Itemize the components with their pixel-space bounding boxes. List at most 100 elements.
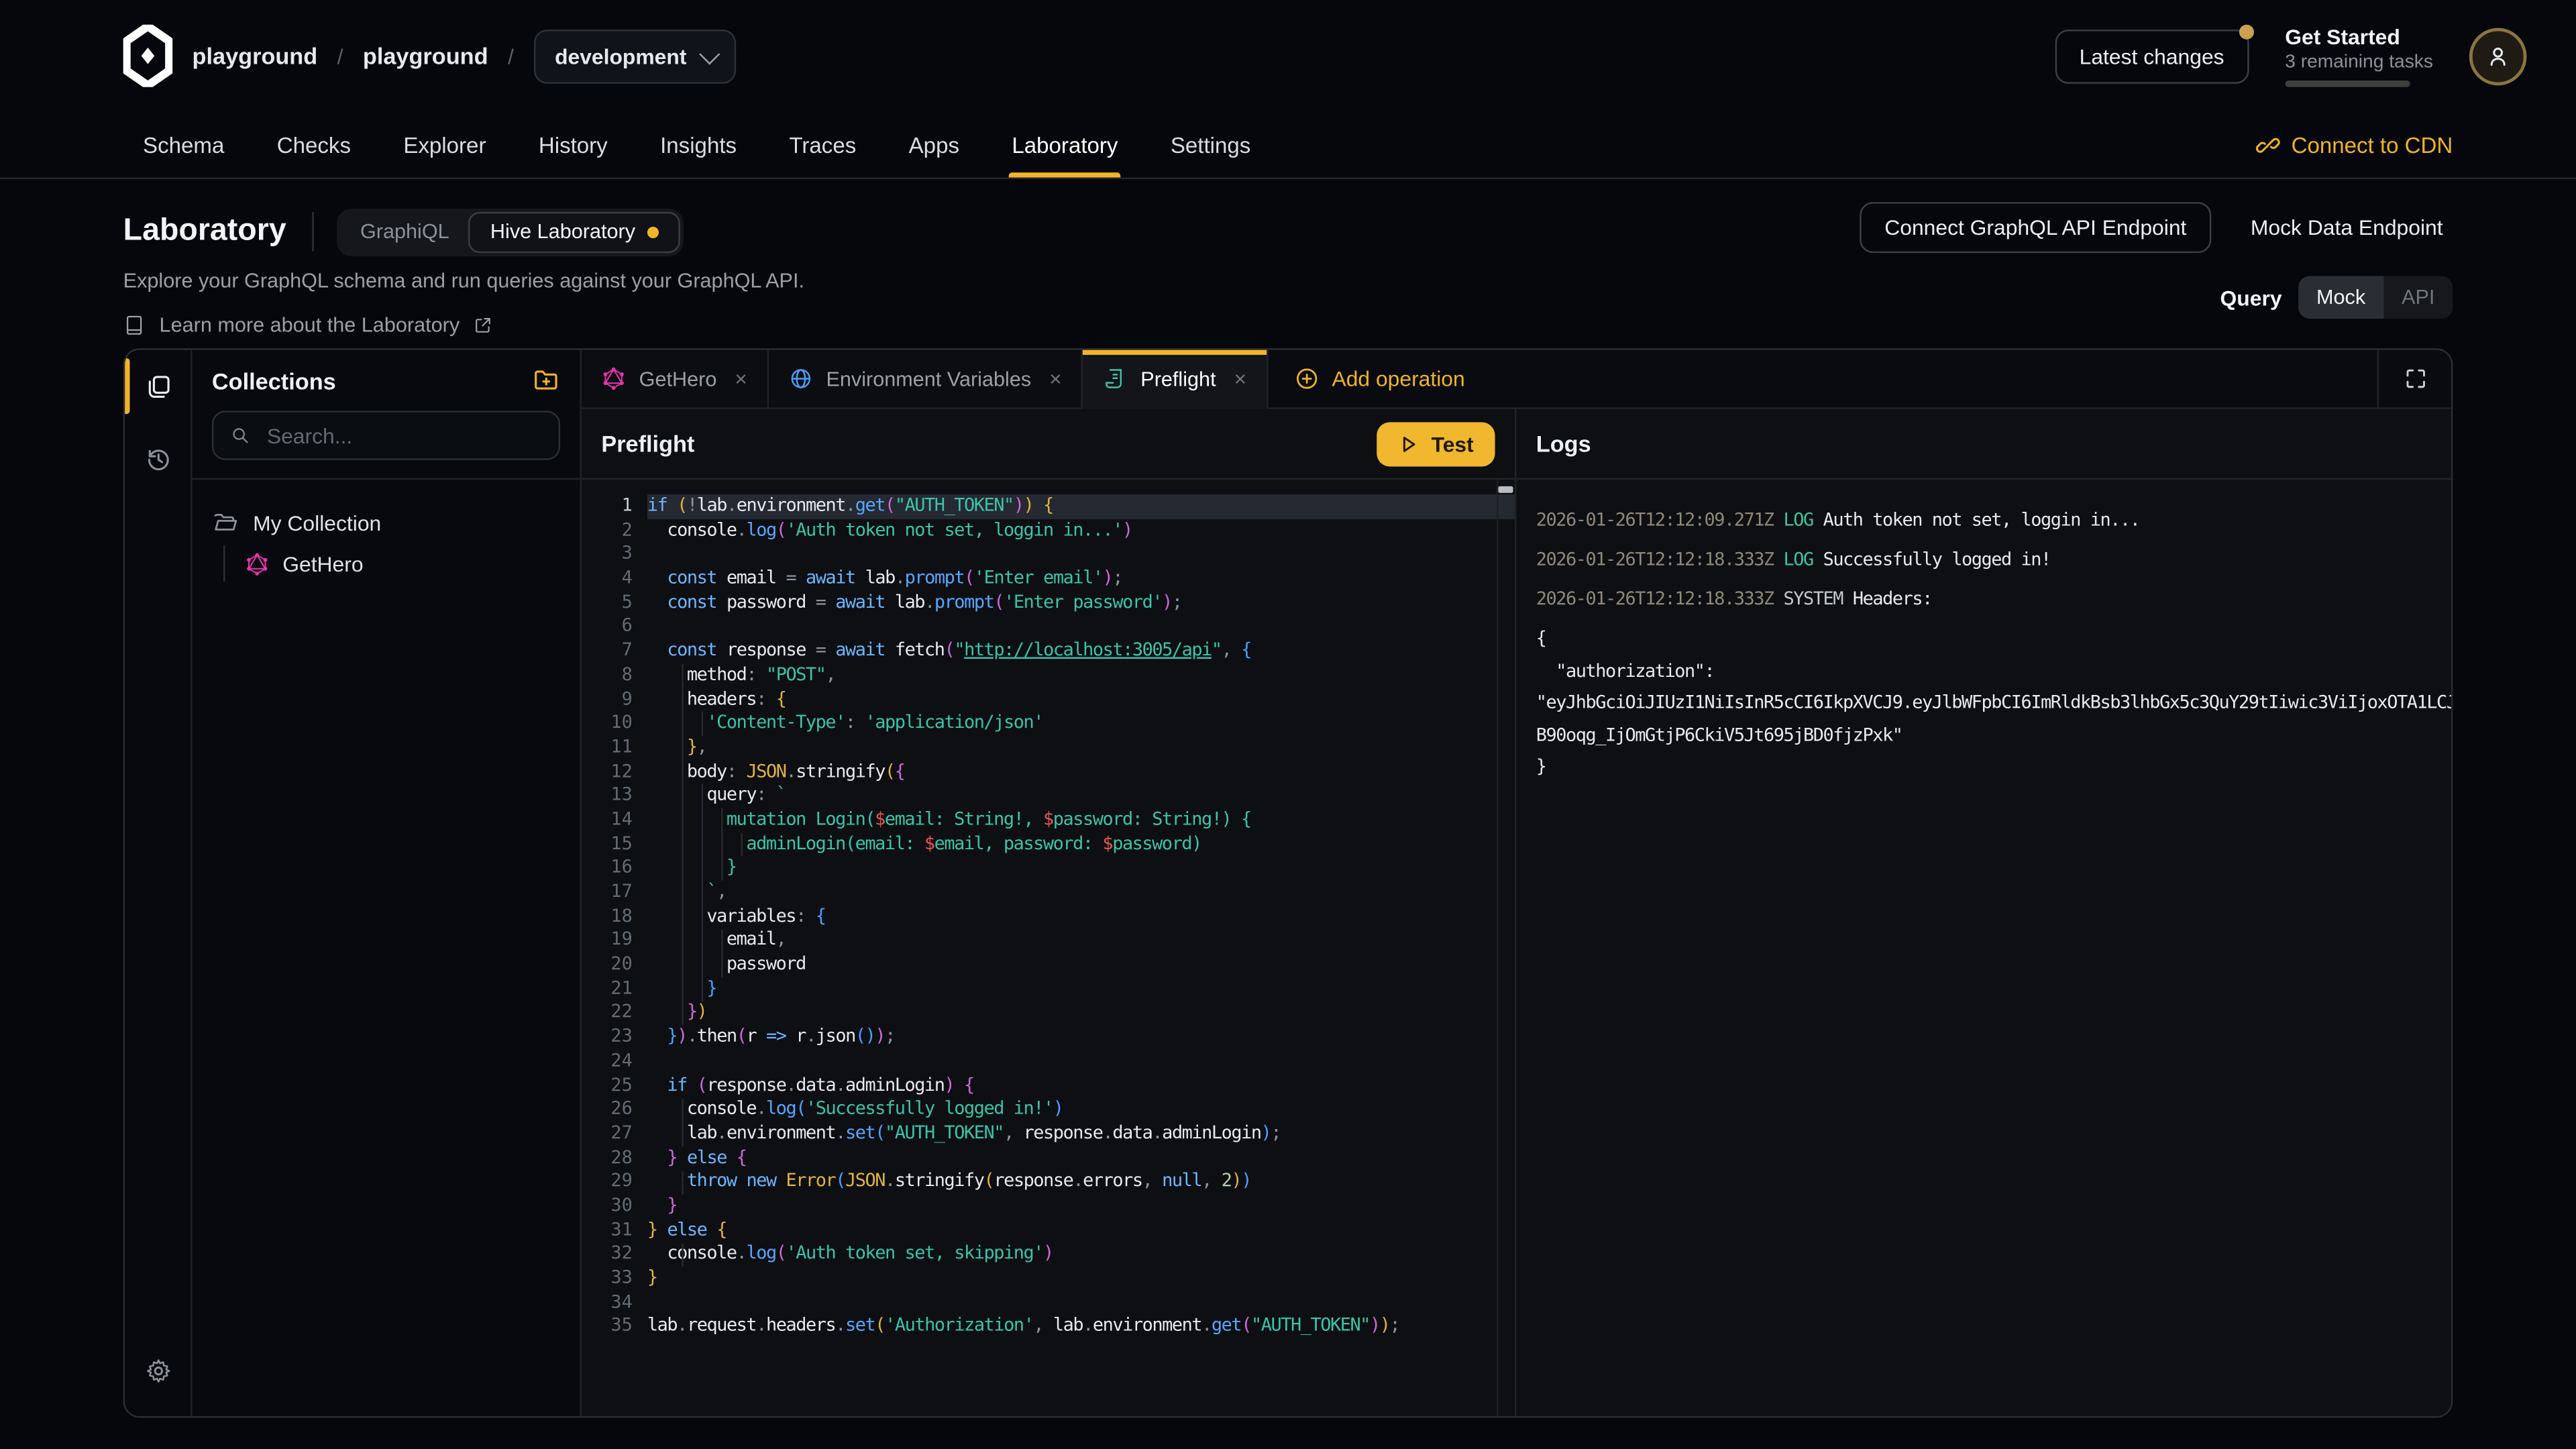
code-line[interactable]: 2 console.log('Auth token not set, loggi…: [582, 519, 1515, 543]
script-icon: [1103, 366, 1128, 391]
mode-option-api[interactable]: API: [2383, 276, 2453, 319]
code-line[interactable]: 12 body: JSON.stringify({: [582, 760, 1515, 784]
code-line[interactable]: 22 }): [582, 1002, 1515, 1026]
code-line-content: console.log('Auth token not set, loggin …: [647, 519, 1515, 543]
tab-preflight[interactable]: Preflight×: [1083, 350, 1268, 409]
fullscreen-button[interactable]: [2377, 350, 2451, 408]
nav-item-schema[interactable]: Schema: [123, 112, 244, 178]
code-line-content: email,: [647, 929, 1515, 953]
search-input[interactable]: [264, 421, 542, 449]
code-line[interactable]: 11 },: [582, 736, 1515, 760]
user-avatar[interactable]: [2469, 27, 2527, 85]
log-timestamp: 2026-01-26T12:12:18.333Z: [1536, 549, 1784, 570]
latest-changes-button[interactable]: Latest changes: [2055, 29, 2249, 83]
code-line[interactable]: 32 console.log('Auth token set, skipping…: [582, 1242, 1515, 1267]
line-number: 32: [582, 1242, 647, 1267]
code-line[interactable]: 27 lab.environment.set("AUTH_TOKEN", res…: [582, 1122, 1515, 1146]
toggle-hive-laboratory-label: Hive Laboratory: [490, 220, 635, 243]
nav-item-checks[interactable]: Checks: [257, 112, 370, 178]
nav-item-traces[interactable]: Traces: [769, 112, 876, 178]
logs-output[interactable]: 2026-01-26T12:12:09.271Z LOG Auth token …: [1516, 480, 2451, 1416]
code-line[interactable]: 30 }: [582, 1194, 1515, 1218]
fullscreen-icon: [2403, 366, 2428, 391]
code-line-content: }).then(r => r.json());: [647, 1025, 1515, 1049]
link-icon: [2255, 132, 2280, 157]
target-selector[interactable]: development: [533, 29, 736, 83]
code-line-content: adminLogin(email: $email, password: $pas…: [647, 833, 1515, 857]
preflight-code-editor[interactable]: 1if (!lab.environment.get("AUTH_TOKEN"))…: [582, 480, 1515, 1416]
history-rail-button[interactable]: [125, 422, 192, 494]
new-collection-folder-plus-icon[interactable]: [532, 366, 560, 394]
code-line[interactable]: 29 throw new Error(JSON.stringify(respon…: [582, 1170, 1515, 1194]
code-line[interactable]: 8 method: "POST",: [582, 663, 1515, 688]
hive-logo-icon[interactable]: [123, 25, 172, 87]
nav-item-insights[interactable]: Insights: [641, 112, 757, 178]
indent-guide: [682, 663, 684, 1026]
code-line[interactable]: 18 variables: {: [582, 905, 1515, 929]
tab-close-icon[interactable]: ×: [1234, 366, 1247, 391]
code-line[interactable]: 28 } else {: [582, 1146, 1515, 1170]
code-line[interactable]: 24: [582, 1049, 1515, 1073]
collections-rail-button[interactable]: [125, 350, 192, 423]
code-line-content: `,: [647, 881, 1515, 905]
add-operation-button[interactable]: Add operation: [1268, 350, 1491, 408]
nav-item-settings[interactable]: Settings: [1150, 112, 1270, 178]
tab-close-icon[interactable]: ×: [1049, 366, 1062, 391]
code-line[interactable]: 7 const response = await fetch("http://l…: [582, 639, 1515, 663]
settings-rail-button[interactable]: [125, 1334, 192, 1407]
code-line[interactable]: 25 if (response.data.adminLogin) {: [582, 1073, 1515, 1097]
code-line[interactable]: 26 console.log('Successfully logged in!'…: [582, 1097, 1515, 1122]
line-number: 20: [582, 953, 647, 977]
code-line-content: 'Content-Type': 'application/json': [647, 712, 1515, 736]
code-line[interactable]: 5 const password = await lab.prompt('Ent…: [582, 591, 1515, 615]
code-line[interactable]: 6: [582, 615, 1515, 639]
editor-scrollbar[interactable]: [1497, 480, 1515, 1416]
mock-endpoint-button[interactable]: Mock Data Endpoint: [2241, 213, 2453, 241]
code-line[interactable]: 17 `,: [582, 881, 1515, 905]
code-line[interactable]: 3: [582, 543, 1515, 567]
code-line[interactable]: 33}: [582, 1267, 1515, 1291]
code-line[interactable]: 10 'Content-Type': 'application/json': [582, 712, 1515, 736]
get-started-widget[interactable]: Get Started 3 remaining tasks: [2285, 24, 2433, 87]
play-icon: [1399, 433, 1420, 454]
code-line[interactable]: 9 headers: {: [582, 688, 1515, 712]
connect-to-cdn-link[interactable]: Connect to CDN: [2255, 132, 2453, 157]
connect-endpoint-button[interactable]: Connect GraphQL API Endpoint: [1860, 202, 2212, 253]
collections-search[interactable]: [212, 411, 560, 460]
code-line[interactable]: 35lab.request.headers.set('Authorization…: [582, 1315, 1515, 1339]
nav-item-apps[interactable]: Apps: [889, 112, 979, 178]
code-line[interactable]: 23 }).then(r => r.json());: [582, 1025, 1515, 1049]
line-number: 1: [582, 494, 647, 519]
nav-item-explorer[interactable]: Explorer: [384, 112, 506, 178]
code-line-content: [647, 1291, 1515, 1315]
code-line[interactable]: 13 query: `: [582, 784, 1515, 808]
code-line-content: }: [647, 1267, 1515, 1291]
code-line-content: if (!lab.environment.get("AUTH_TOKEN")) …: [647, 494, 1515, 519]
code-line[interactable]: 31} else {: [582, 1218, 1515, 1242]
toggle-graphiql[interactable]: GraphiQL: [341, 211, 470, 252]
mode-option-mock[interactable]: Mock: [2298, 276, 2383, 319]
nav-item-laboratory[interactable]: Laboratory: [992, 112, 1138, 178]
tab-close-icon[interactable]: ×: [735, 366, 747, 391]
code-line-content: mutation Login($email: String!, $passwor…: [647, 808, 1515, 833]
nav-item-history[interactable]: History: [519, 112, 627, 178]
line-number: 27: [582, 1122, 647, 1146]
code-line[interactable]: 1if (!lab.environment.get("AUTH_TOKEN"))…: [582, 494, 1515, 519]
code-line[interactable]: 21 }: [582, 977, 1515, 1002]
code-line[interactable]: 4 const email = await lab.prompt('Enter …: [582, 567, 1515, 591]
code-line[interactable]: 34: [582, 1291, 1515, 1315]
indent-guide: [702, 784, 703, 1002]
tab-environment-variables[interactable]: Environment Variables×: [769, 350, 1083, 408]
toggle-hive-laboratory[interactable]: Hive Laboratory: [469, 211, 680, 252]
collection-item-gethero[interactable]: GetHero: [245, 542, 580, 585]
tab-gethero[interactable]: GetHero×: [582, 350, 769, 408]
book-icon: [123, 314, 146, 337]
breadcrumb-org[interactable]: playground: [193, 43, 318, 69]
test-button[interactable]: Test: [1377, 421, 1495, 466]
collection-folder-my-collection[interactable]: My Collection: [212, 502, 580, 542]
breadcrumb-project[interactable]: playground: [363, 43, 488, 69]
editor-scrollbar-thumb[interactable]: [1498, 486, 1513, 493]
code-line-content: [647, 1049, 1515, 1073]
log-message: Successfully logged in!: [1823, 549, 2051, 570]
collections-title: Collections: [212, 367, 336, 393]
